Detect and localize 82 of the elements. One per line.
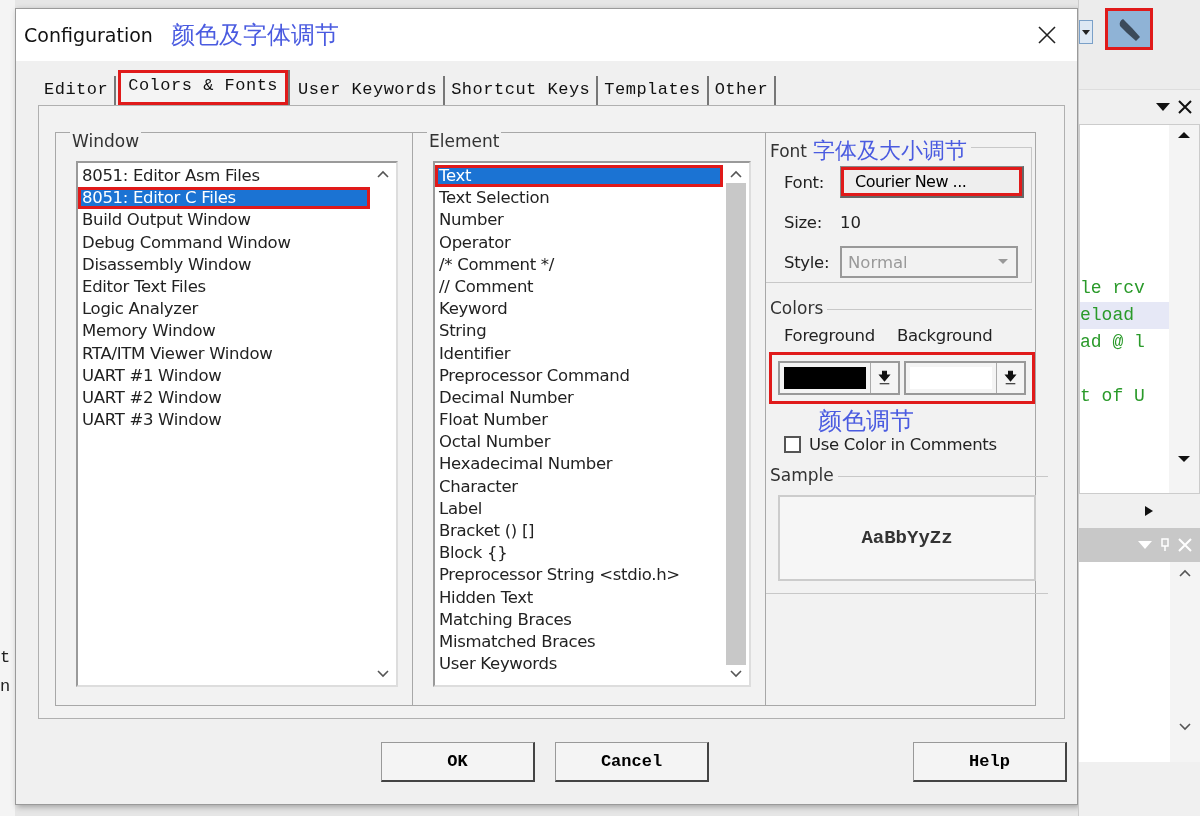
dialog-button[interactable]: Cancel xyxy=(555,741,709,782)
close-icon[interactable] xyxy=(1037,25,1057,45)
scroll-thumb[interactable] xyxy=(726,183,746,665)
field-label: Size: xyxy=(784,212,823,232)
list-item[interactable]: Preprocessor Command xyxy=(435,364,723,387)
scroll-down-icon[interactable] xyxy=(1177,455,1191,463)
list-item[interactable]: Matching Braces xyxy=(435,608,723,631)
scroll-down-icon[interactable] xyxy=(376,669,390,679)
list-item[interactable]: User Keywords xyxy=(435,653,723,676)
group-label: Colors xyxy=(770,298,824,318)
settings-button[interactable] xyxy=(1105,8,1153,50)
scroll-right-icon[interactable] xyxy=(1144,505,1154,517)
color-picker[interactable] xyxy=(904,361,1026,395)
list-item[interactable]: Mismatched Braces xyxy=(435,630,723,654)
code-line: ad @ l xyxy=(1080,331,1146,354)
list-item[interactable]: Decimal Number xyxy=(435,386,723,410)
dropdown-icon[interactable] xyxy=(1156,102,1170,112)
annotation-text: 颜色调节 xyxy=(818,406,915,437)
list-item[interactable]: Editor Text Files xyxy=(78,275,370,299)
list-item[interactable]: Number xyxy=(435,209,723,232)
list-item[interactable]: Build Output Window xyxy=(78,209,370,232)
scroll-down-icon[interactable] xyxy=(1178,722,1192,732)
scroll-up-icon[interactable] xyxy=(376,169,390,179)
list-item[interactable]: 8051: Editor Asm Files xyxy=(78,165,370,188)
field-label: Font: xyxy=(784,172,825,192)
list-item[interactable]: Bracket () [] xyxy=(435,520,723,543)
field-label: Foreground xyxy=(784,326,875,345)
dropdown-icon xyxy=(996,258,1010,266)
list-item[interactable]: Logic Analyzer xyxy=(78,298,370,321)
list-item[interactable]: UART #2 Window xyxy=(78,386,370,410)
list-item[interactable]: Label xyxy=(435,497,723,520)
list-item[interactable]: 8051: Editor C Files xyxy=(78,187,370,210)
list-box[interactable] xyxy=(433,161,751,687)
list-item[interactable]: Disassembly Window xyxy=(78,253,370,276)
checkbox-label: Use Color in Comments xyxy=(809,435,997,454)
list-item[interactable]: Identifier xyxy=(435,342,723,365)
list-item[interactable]: Debug Command Window xyxy=(78,231,370,254)
list-item[interactable]: Hidden Text xyxy=(435,586,723,609)
list-item[interactable]: Float Number xyxy=(435,409,723,432)
list-box[interactable] xyxy=(76,161,398,687)
list-item[interactable]: String xyxy=(435,320,723,343)
list-item[interactable]: // Comment xyxy=(435,275,723,299)
list-item[interactable]: RTA/ITM Viewer Window xyxy=(78,342,370,365)
dropdown-icon[interactable] xyxy=(1079,20,1093,44)
code-line: le rcv xyxy=(1080,277,1146,300)
list-item[interactable]: Hexadecimal Number xyxy=(435,453,723,476)
font-button[interactable]: Courier New ... xyxy=(840,166,1024,198)
list-item[interactable]: Operator xyxy=(435,231,723,254)
group-label: Sample xyxy=(770,465,834,485)
list-item[interactable]: Character xyxy=(435,475,723,498)
list-item[interactable]: Preprocessor String <stdio.h> xyxy=(435,564,723,587)
list-item[interactable]: Keyword xyxy=(435,298,723,321)
list-item[interactable]: /* Comment */ xyxy=(435,253,723,276)
field-label: Style: xyxy=(784,252,828,272)
close-icon[interactable] xyxy=(1178,100,1192,114)
field-label: Background xyxy=(896,326,993,345)
list-item[interactable]: Block {} xyxy=(435,542,723,565)
list-item[interactable]: Text xyxy=(435,165,723,188)
list-item[interactable]: UART #3 Window xyxy=(78,409,370,432)
code-fragment: t xyxy=(0,648,12,667)
annotation-text: 颜色及字体调节 xyxy=(170,20,339,51)
window-title: Configuration xyxy=(24,24,153,46)
code-line: t of U xyxy=(1080,385,1146,408)
list-item[interactable]: Memory Window xyxy=(78,320,370,343)
list-item[interactable]: Text Selection xyxy=(435,187,723,210)
scroll-up-icon[interactable] xyxy=(1177,131,1191,139)
tab[interactable]: Colors & Fonts xyxy=(118,70,291,105)
group-label: Font xyxy=(770,141,807,161)
checkbox[interactable]: Use Color in Comments xyxy=(784,435,1032,454)
scroll-up-icon[interactable] xyxy=(729,169,743,179)
code-fragment: n xyxy=(0,677,12,696)
annotation-text: 字体及大小调节 xyxy=(813,137,967,165)
sample-text: AaBbYyZz xyxy=(778,495,1036,581)
dialog-button[interactable]: OK xyxy=(381,741,535,782)
list-item[interactable]: Octal Number xyxy=(435,431,723,454)
checkbox-box[interactable] xyxy=(784,436,801,453)
color-picker[interactable] xyxy=(778,361,900,395)
size-value: 10 xyxy=(840,212,861,232)
dialog-button[interactable]: Help xyxy=(913,741,1067,782)
list-item[interactable]: UART #1 Window xyxy=(78,364,370,387)
scroll-down-icon[interactable] xyxy=(729,669,743,679)
scroll-up-icon[interactable] xyxy=(1178,568,1192,578)
